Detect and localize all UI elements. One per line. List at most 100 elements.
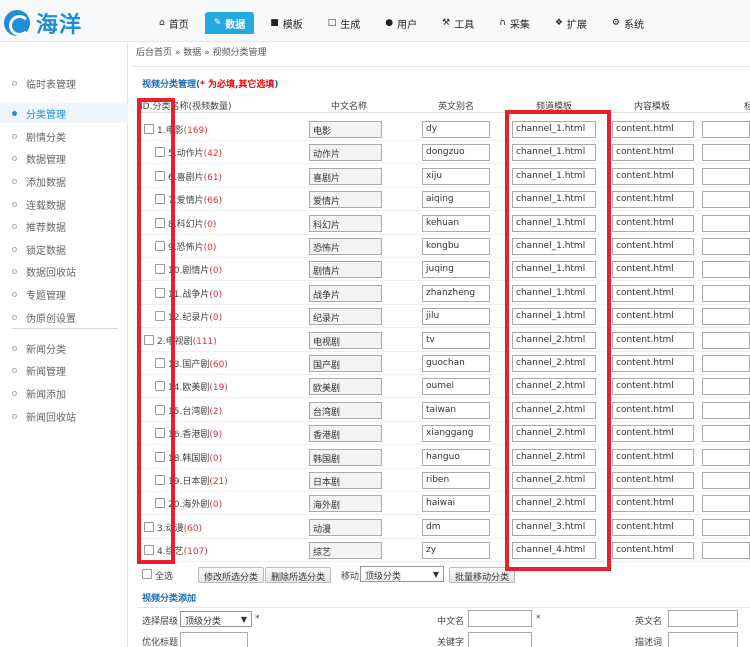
extra-input[interactable] xyxy=(702,167,750,185)
channel-template-input[interactable]: channel_1.html xyxy=(512,261,596,279)
description-input[interactable] xyxy=(668,632,738,647)
extra-input[interactable] xyxy=(702,495,750,513)
sidebar-item-2[interactable]: 剧情分类 xyxy=(0,126,128,146)
cn-name-input[interactable]: 战争片 xyxy=(309,284,382,302)
channel-template-input[interactable]: channel_2.html xyxy=(512,495,596,513)
level-select[interactable]: 顶级分类 ▼ xyxy=(180,611,252,627)
content-template-input[interactable]: content.html xyxy=(612,355,694,372)
sidebar-item-6[interactable]: 推荐数据 xyxy=(0,216,128,236)
extra-input[interactable] xyxy=(702,401,750,419)
content-template-input[interactable]: content.html xyxy=(612,331,694,349)
en-name-input[interactable] xyxy=(668,610,738,627)
nav-item-4[interactable]: ● 用户 xyxy=(376,12,426,34)
channel-template-input[interactable]: channel_1.html xyxy=(512,167,596,185)
edit-selected-button[interactable]: 修改所选分类 xyxy=(198,567,265,583)
extra-input[interactable] xyxy=(702,284,750,302)
extra-input[interactable] xyxy=(702,191,750,209)
row-checkbox[interactable] xyxy=(144,124,154,134)
sidebar-item-0[interactable]: 临时表管理 xyxy=(0,73,128,93)
sidebar-item-8[interactable]: 数据回收站 xyxy=(0,261,128,281)
sidebar-item-12[interactable]: 新闻管理 xyxy=(0,360,128,380)
extra-input[interactable] xyxy=(702,331,750,349)
sidebar-item-9[interactable]: 专题管理 xyxy=(0,284,128,304)
extra-input[interactable] xyxy=(702,425,750,443)
content-template-input[interactable]: content.html xyxy=(612,144,694,162)
en-alias-input[interactable]: hanguo xyxy=(422,448,490,466)
cn-name-input[interactable]: 纪录片 xyxy=(309,308,382,326)
extra-input[interactable] xyxy=(702,472,750,489)
row-checkbox[interactable] xyxy=(155,147,165,158)
nav-item-0[interactable]: ⌂ 首页 xyxy=(150,12,198,34)
row-checkbox[interactable] xyxy=(155,311,165,322)
row-checkbox[interactable] xyxy=(155,170,165,181)
en-alias-input[interactable]: haiwai xyxy=(422,495,490,513)
channel-template-input[interactable]: channel_3.html xyxy=(512,518,596,536)
channel-template-input[interactable]: channel_2.html xyxy=(512,448,596,466)
cn-name-input[interactable]: 爱情片 xyxy=(309,191,382,209)
extra-input[interactable] xyxy=(702,121,750,138)
sidebar-item-3[interactable]: 数据管理 xyxy=(0,148,128,168)
content-template-input[interactable]: content.html xyxy=(612,284,694,302)
content-template-input[interactable]: content.html xyxy=(612,472,694,489)
content-template-input[interactable]: content.html xyxy=(612,378,694,396)
content-template-input[interactable]: content.html xyxy=(612,238,694,255)
channel-template-input[interactable]: channel_1.html xyxy=(512,284,596,302)
content-template-input[interactable]: content.html xyxy=(612,425,694,443)
row-checkbox[interactable] xyxy=(155,498,165,509)
sidebar-item-4[interactable]: 添加数据 xyxy=(0,171,128,191)
en-alias-input[interactable]: dy xyxy=(422,121,490,138)
cn-name-input[interactable]: 动漫 xyxy=(309,518,382,536)
delete-selected-button[interactable]: 删除所选分类 xyxy=(265,567,332,583)
channel-template-input[interactable]: channel_2.html xyxy=(512,472,596,489)
nav-item-2[interactable]: ■ 模板 xyxy=(261,12,312,34)
cn-name-input[interactable]: 电视剧 xyxy=(309,331,382,349)
en-alias-input[interactable]: xianggang xyxy=(422,425,490,443)
content-template-input[interactable]: content.html xyxy=(612,191,694,209)
cn-name-input[interactable]: 动作片 xyxy=(309,144,382,162)
channel-template-input[interactable]: channel_1.html xyxy=(512,214,596,232)
nav-item-1[interactable]: ✎ 数据 xyxy=(204,12,255,34)
cn-name-input[interactable]: 电影 xyxy=(309,121,382,138)
cn-name-input[interactable]: 韩国剧 xyxy=(309,448,382,466)
channel-template-input[interactable]: channel_2.html xyxy=(512,401,596,419)
en-alias-input[interactable]: zhanzheng xyxy=(422,284,490,302)
en-alias-input[interactable]: oumei xyxy=(422,378,490,396)
content-template-input[interactable]: content.html xyxy=(612,401,694,419)
channel-template-input[interactable]: channel_1.html xyxy=(512,121,596,138)
content-template-input[interactable]: content.html xyxy=(612,167,694,185)
en-alias-input[interactable]: juqing xyxy=(422,261,490,279)
row-checkbox[interactable] xyxy=(155,358,165,368)
row-checkbox[interactable] xyxy=(155,428,165,439)
logo[interactable]: 海洋 xyxy=(4,8,124,38)
en-alias-input[interactable]: taiwan xyxy=(422,401,490,419)
row-checkbox[interactable] xyxy=(155,194,165,205)
en-alias-input[interactable]: jilu xyxy=(422,308,490,326)
cn-name-input[interactable]: 喜剧片 xyxy=(309,167,382,185)
en-alias-input[interactable]: xiju xyxy=(422,167,490,185)
nav-item-8[interactable]: ⚙ 系统 xyxy=(603,12,653,34)
cn-name-input[interactable]: 海外剧 xyxy=(309,495,382,513)
en-alias-input[interactable]: guochan xyxy=(422,355,490,372)
sidebar-item-10[interactable]: 伪原创设置 xyxy=(0,307,128,327)
channel-template-input[interactable]: channel_2.html xyxy=(512,331,596,349)
extra-input[interactable] xyxy=(702,261,750,279)
extra-input[interactable] xyxy=(702,542,750,560)
channel-template-input[interactable]: channel_2.html xyxy=(512,378,596,396)
content-template-input[interactable]: content.html xyxy=(612,495,694,513)
extra-input[interactable] xyxy=(702,238,750,255)
extra-input[interactable] xyxy=(702,355,750,372)
keywords-input[interactable] xyxy=(468,632,532,647)
cn-name-input[interactable]: 综艺 xyxy=(309,542,382,560)
cn-name-input[interactable]: 剧情片 xyxy=(309,261,382,279)
en-alias-input[interactable]: riben xyxy=(422,472,490,489)
row-checkbox[interactable] xyxy=(155,217,165,228)
channel-template-input[interactable]: channel_1.html xyxy=(512,238,596,255)
nav-item-6[interactable]: ∩ 采集 xyxy=(490,12,539,34)
cn-name-input[interactable]: 欧美剧 xyxy=(309,378,382,396)
extra-input[interactable] xyxy=(702,448,750,466)
sidebar-item-7[interactable]: 锁定数据 xyxy=(0,239,128,259)
channel-template-input[interactable]: channel_1.html xyxy=(512,308,596,326)
en-alias-input[interactable]: zy xyxy=(422,542,490,560)
channel-template-input[interactable]: channel_1.html xyxy=(512,144,596,162)
content-template-input[interactable]: content.html xyxy=(612,214,694,232)
